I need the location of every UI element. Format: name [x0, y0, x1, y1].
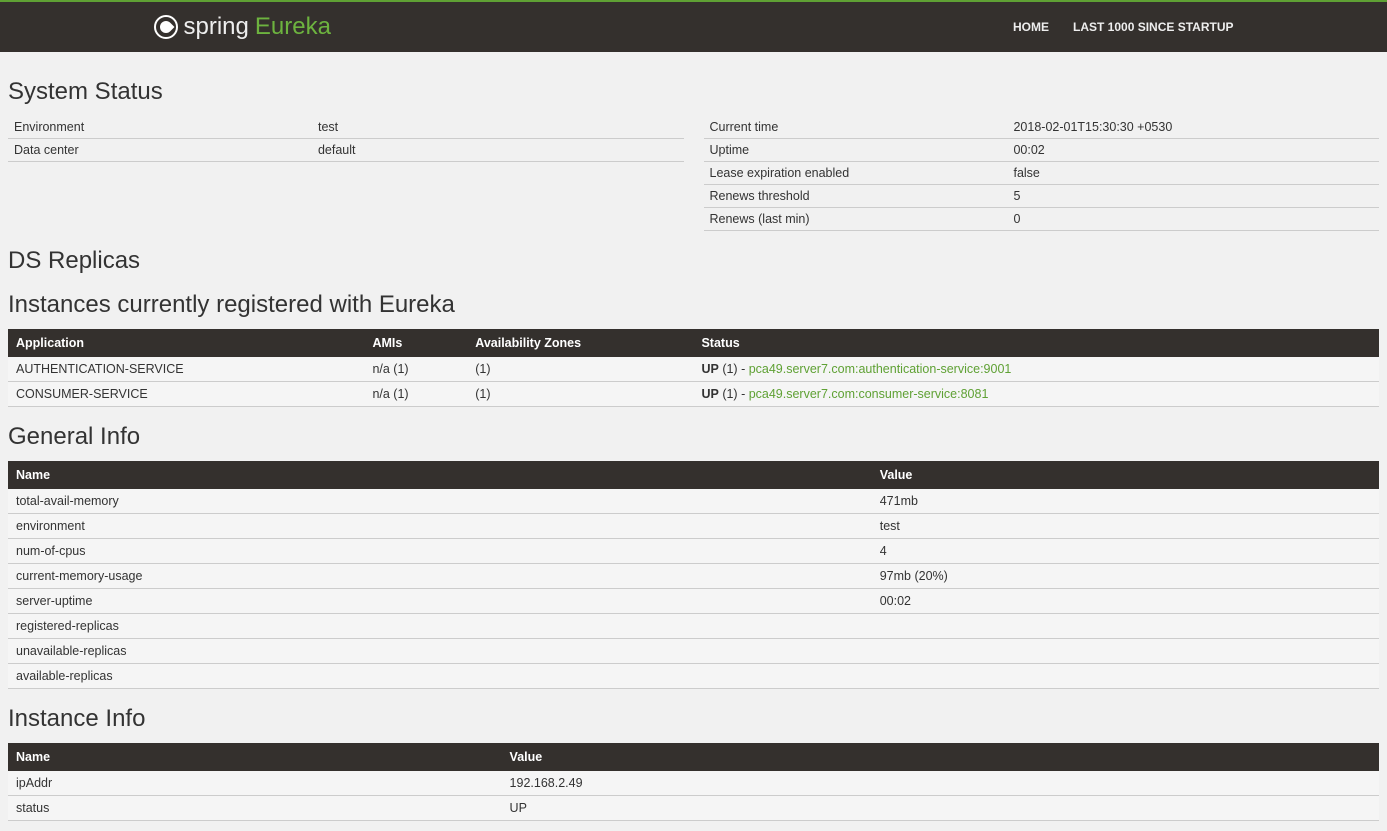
instance-amis: n/a (1): [364, 357, 467, 382]
general-th-name: Name: [8, 461, 872, 489]
general-info-value: [872, 614, 1379, 639]
table-row: Renews (last min)0: [704, 208, 1380, 231]
table-row: Environmenttest: [8, 116, 684, 139]
general-info-label: unavailable-replicas: [8, 639, 872, 664]
system-status-value: 5: [1007, 185, 1379, 208]
system-status-value: default: [312, 139, 684, 162]
instance-row: AUTHENTICATION-SERVICEn/a (1)(1)UP (1) -…: [8, 357, 1379, 382]
table-row: registered-replicas: [8, 614, 1379, 639]
general-info-label: num-of-cpus: [8, 539, 872, 564]
table-row: unavailable-replicas: [8, 639, 1379, 664]
general-info-label: available-replicas: [8, 664, 872, 689]
general-info-value: 00:02: [872, 589, 1379, 614]
brand-spring-text: spring: [184, 13, 249, 41]
instances-th-app: Application: [8, 329, 364, 357]
table-row: statusUP: [8, 796, 1379, 821]
system-status-value: 00:02: [1007, 139, 1379, 162]
instance-info-table: Name Value ipAddr192.168.2.49statusUP: [8, 743, 1379, 821]
instance-app: CONSUMER-SERVICE: [8, 382, 364, 407]
table-row: available-replicas: [8, 664, 1379, 689]
instance-link[interactable]: pca49.server7.com:consumer-service:8081: [749, 387, 989, 401]
spring-logo-icon: [154, 15, 178, 39]
instance-amis: n/a (1): [364, 382, 467, 407]
general-info-value: test: [872, 514, 1379, 539]
general-info-value: [872, 639, 1379, 664]
instance-zones: (1): [467, 382, 693, 407]
table-row: Renews threshold5: [704, 185, 1380, 208]
system-status-left-table: EnvironmenttestData centerdefault: [8, 116, 684, 162]
brand-eureka-text: Eureka: [255, 13, 331, 41]
brand: spring Eureka: [154, 13, 331, 41]
table-row: server-uptime00:02: [8, 589, 1379, 614]
instance-zones: (1): [467, 357, 693, 382]
general-info-label: total-avail-memory: [8, 489, 872, 514]
instance-info-value: UP: [502, 796, 1379, 821]
system-status-value: 2018-02-01T15:30:30 +0530: [1007, 116, 1379, 139]
system-status-label: Lease expiration enabled: [704, 162, 1008, 185]
general-info-value: 4: [872, 539, 1379, 564]
table-row: environmenttest: [8, 514, 1379, 539]
heading-ds-replicas: DS Replicas: [8, 247, 1379, 275]
general-info-label: environment: [8, 514, 872, 539]
instance-info-value: 192.168.2.49: [502, 771, 1379, 796]
general-info-label: registered-replicas: [8, 614, 872, 639]
nav-links: HOME LAST 1000 SINCE STARTUP: [1013, 20, 1233, 34]
general-info-table: Name Value total-avail-memory471mbenviro…: [8, 461, 1379, 689]
general-info-label: current-memory-usage: [8, 564, 872, 589]
system-status-label: Renews (last min): [704, 208, 1008, 231]
heading-general-info: General Info: [8, 423, 1379, 451]
system-status-value: false: [1007, 162, 1379, 185]
general-info-label: server-uptime: [8, 589, 872, 614]
instance-th-value: Value: [502, 743, 1379, 771]
instance-link[interactable]: pca49.server7.com:authentication-service…: [749, 362, 1012, 376]
table-row: Lease expiration enabledfalse: [704, 162, 1380, 185]
table-row: Data centerdefault: [8, 139, 684, 162]
system-status-label: Data center: [8, 139, 312, 162]
table-row: num-of-cpus4: [8, 539, 1379, 564]
heading-instances: Instances currently registered with Eure…: [8, 291, 1379, 319]
instance-th-name: Name: [8, 743, 502, 771]
system-status-value: 0: [1007, 208, 1379, 231]
table-row: total-avail-memory471mb: [8, 489, 1379, 514]
system-status-label: Environment: [8, 116, 312, 139]
instances-th-zones: Availability Zones: [467, 329, 693, 357]
heading-instance-info: Instance Info: [8, 705, 1379, 733]
nav-last1000-link[interactable]: LAST 1000 SINCE STARTUP: [1073, 20, 1233, 34]
general-info-value: [872, 664, 1379, 689]
system-status-label: Renews threshold: [704, 185, 1008, 208]
table-row: Uptime00:02: [704, 139, 1380, 162]
navbar: spring Eureka HOME LAST 1000 SINCE START…: [0, 2, 1387, 52]
instance-row: CONSUMER-SERVICEn/a (1)(1)UP (1) - pca49…: [8, 382, 1379, 407]
instance-status: UP (1) - pca49.server7.com:consumer-serv…: [693, 382, 1379, 407]
instances-table: Application AMIs Availability Zones Stat…: [8, 329, 1379, 407]
instances-th-status: Status: [693, 329, 1379, 357]
system-status-label: Uptime: [704, 139, 1008, 162]
general-info-value: 97mb (20%): [872, 564, 1379, 589]
table-row: current-memory-usage97mb (20%): [8, 564, 1379, 589]
system-status-right-table: Current time2018-02-01T15:30:30 +0530Upt…: [704, 116, 1380, 231]
instance-info-label: ipAddr: [8, 771, 502, 796]
table-row: ipAddr192.168.2.49: [8, 771, 1379, 796]
general-th-value: Value: [872, 461, 1379, 489]
instances-th-amis: AMIs: [364, 329, 467, 357]
system-status-value: test: [312, 116, 684, 139]
instance-info-label: status: [8, 796, 502, 821]
instance-app: AUTHENTICATION-SERVICE: [8, 357, 364, 382]
heading-system-status: System Status: [8, 78, 1379, 106]
system-status-label: Current time: [704, 116, 1008, 139]
general-info-value: 471mb: [872, 489, 1379, 514]
table-row: Current time2018-02-01T15:30:30 +0530: [704, 116, 1380, 139]
instance-status: UP (1) - pca49.server7.com:authenticatio…: [693, 357, 1379, 382]
nav-home-link[interactable]: HOME: [1013, 20, 1049, 34]
